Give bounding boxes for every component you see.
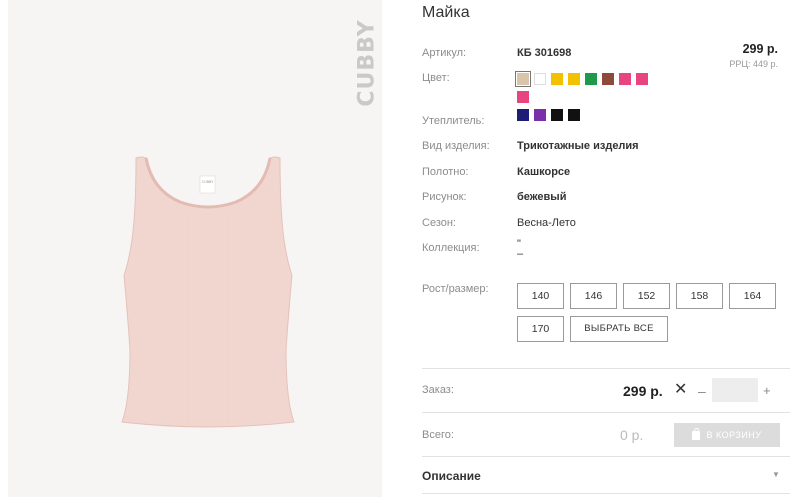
- collection-sub-value: –: [517, 248, 524, 260]
- size-option-164[interactable]: 164: [729, 283, 776, 309]
- increase-quantity-button[interactable]: +: [763, 383, 771, 398]
- color-swatch[interactable]: [534, 109, 546, 121]
- insulation-value: ": [517, 113, 521, 125]
- color-label: Цвет:: [422, 72, 450, 84]
- color-swatch[interactable]: [568, 109, 580, 121]
- size-option-170[interactable]: 170: [517, 316, 564, 342]
- total-label: Всего:: [422, 429, 454, 441]
- divider: [422, 412, 790, 413]
- color-swatch[interactable]: [551, 109, 563, 121]
- decrease-quantity-button[interactable]: –: [698, 383, 706, 399]
- rrp-price: РРЦ: 449 р.: [729, 59, 778, 69]
- divider: [422, 456, 790, 457]
- color-swatch[interactable]: [534, 73, 546, 85]
- article-label: Артикул:: [422, 47, 467, 59]
- brand-logo: CUBBY: [354, 19, 380, 107]
- description-toggle[interactable]: Описание: [422, 469, 481, 483]
- size-option-146[interactable]: 146: [570, 283, 617, 309]
- remove-icon[interactable]: ✕: [674, 382, 687, 398]
- color-swatch[interactable]: [568, 73, 580, 85]
- color-swatch[interactable]: [585, 73, 597, 85]
- order-label: Заказ:: [422, 384, 454, 396]
- total-price: 0 р.: [620, 427, 644, 443]
- select-all-sizes-button[interactable]: ВЫБРАТЬ ВСЕ: [570, 316, 668, 342]
- product-image-panel: CUBBY CUBBY: [8, 0, 382, 497]
- clothing-tag-text: CUBBY: [202, 180, 215, 184]
- divider: [422, 368, 790, 369]
- pattern-label: Рисунок:: [422, 191, 467, 203]
- fabric-label: Полотно:: [422, 166, 469, 178]
- size-label: Рост/размер:: [422, 283, 489, 295]
- insulation-label: Утеплитель:: [422, 115, 485, 127]
- chevron-down-icon[interactable]: ▼: [772, 470, 780, 479]
- collection-label: Коллекция:: [422, 242, 480, 254]
- article-value: КБ 301698: [517, 47, 572, 59]
- add-to-cart-label: В КОРЗИНУ: [706, 430, 762, 440]
- quantity-input[interactable]: [712, 378, 758, 402]
- fabric-value: Кашкорсе: [517, 166, 571, 178]
- product-title: Майка: [422, 4, 470, 21]
- color-swatch[interactable]: [636, 73, 648, 85]
- type-label: Вид изделия:: [422, 140, 490, 152]
- clothing-tag: [199, 175, 216, 194]
- color-swatch[interactable]: [515, 71, 531, 87]
- pattern-value: бежевый: [517, 191, 567, 203]
- product-price: 299 р.: [742, 42, 778, 56]
- add-to-cart-button[interactable]: В КОРЗИНУ: [674, 423, 780, 447]
- color-swatch[interactable]: [602, 73, 614, 85]
- color-swatch[interactable]: [619, 73, 631, 85]
- color-swatch[interactable]: [551, 73, 563, 85]
- size-option-140[interactable]: 140: [517, 283, 564, 309]
- color-swatch[interactable]: [517, 91, 529, 103]
- cart-bag-icon: [692, 427, 701, 440]
- season-value: Весна-Лето: [517, 217, 576, 229]
- order-price: 299 р.: [623, 383, 663, 399]
- color-swatches: [515, 71, 667, 127]
- divider: [422, 493, 790, 494]
- size-options: 140 146 152 158 164 170 ВЫБРАТЬ ВСЕ: [517, 283, 787, 349]
- size-option-158[interactable]: 158: [676, 283, 723, 309]
- type-value: Трикотажные изделия: [517, 140, 639, 152]
- season-label: Сезон:: [422, 217, 456, 229]
- product-image[interactable]: CUBBY: [108, 150, 308, 440]
- size-option-152[interactable]: 152: [623, 283, 670, 309]
